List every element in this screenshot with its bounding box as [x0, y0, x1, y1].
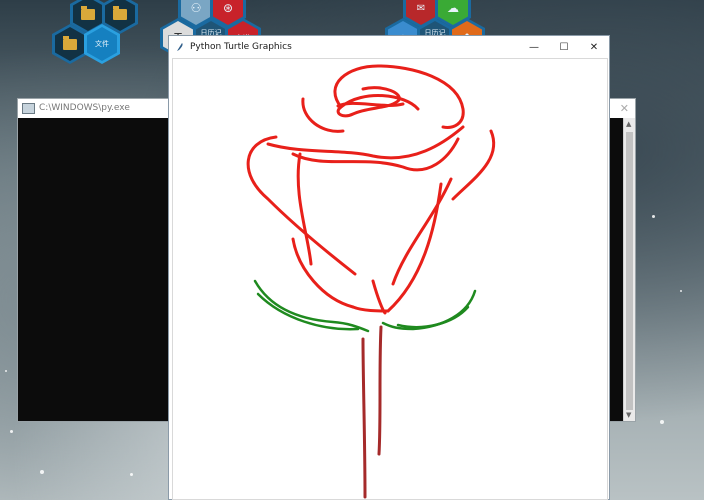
console-title: C:\WINDOWS\py.exe — [39, 103, 130, 113]
snow-speck — [5, 370, 7, 372]
turtle-canvas[interactable] — [172, 58, 608, 500]
scroll-thumb[interactable] — [626, 132, 633, 410]
snow-speck — [680, 290, 682, 292]
rose-stem — [361, 325, 383, 499]
rose-drawing — [246, 64, 496, 499]
turtle-window-title: Python Turtle Graphics — [190, 42, 292, 52]
rose-leaves — [253, 279, 477, 333]
scroll-up-icon[interactable]: ▲ — [626, 120, 631, 128]
snow-speck — [130, 473, 133, 476]
console-close-button[interactable]: ✕ — [620, 102, 629, 115]
close-button[interactable]: ✕ — [579, 36, 609, 58]
rose-petals — [246, 64, 496, 315]
console-scrollbar[interactable]: ▲ ▼ — [623, 118, 635, 421]
snow-speck — [10, 430, 13, 433]
turtle-window[interactable]: Python Turtle Graphics — ☐ ✕ — [168, 35, 610, 500]
maximize-button[interactable]: ☐ — [549, 36, 579, 58]
scroll-down-icon[interactable]: ▼ — [626, 411, 631, 419]
feather-icon — [177, 43, 183, 51]
snow-speck — [40, 470, 44, 474]
snow-speck — [660, 420, 664, 424]
console-app-icon — [22, 102, 35, 114]
minimize-button[interactable]: — — [519, 36, 549, 58]
snow-speck — [652, 215, 655, 218]
turtle-title-bar[interactable]: Python Turtle Graphics — ☐ ✕ — [169, 36, 609, 58]
